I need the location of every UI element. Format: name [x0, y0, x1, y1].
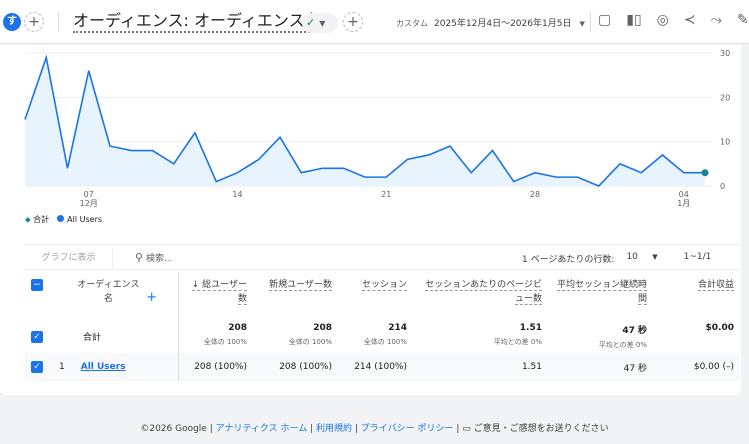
y-tick-label: 0 — [720, 182, 725, 191]
row-checkbox[interactable]: ✓ — [31, 361, 43, 373]
rows-per-page-label: 1 ページあたりの行数: — [522, 255, 615, 265]
date-label: カスタム — [396, 19, 428, 28]
x-tick-month: 1月 — [677, 199, 690, 208]
y-tick-label: 30 — [720, 49, 730, 58]
trend-icon[interactable]: ⤳ — [711, 12, 722, 28]
y-tick-label: 10 — [720, 138, 730, 147]
date-range-picker[interactable]: カスタム 2025年12月4日～2026年1月5日 ▼ — [396, 16, 585, 29]
chevron-down-icon: ▼ — [319, 19, 326, 28]
total-label: 合計 — [83, 333, 102, 343]
data-table: − オーディエンス名 + ↓ 総ユーザー数 新規ユーザー数 セッション セッショ… — [25, 272, 740, 381]
date-range: 2025年12月4日～2026年1月5日 — [434, 19, 572, 29]
legend-all-users: All Users — [57, 215, 102, 224]
total-row: ✓ 合計 208 全体の 100% 208 全体の 100% 214 全体の 100%… — [25, 320, 740, 353]
area-fill — [25, 57, 705, 186]
terms-link[interactable]: 利用規約 — [316, 424, 352, 434]
analytics-home-link[interactable]: アナリティクス ホーム — [216, 424, 308, 434]
search-input[interactable]: ⚲ 検索... — [135, 251, 173, 264]
pin-icon: ⬥ — [25, 215, 31, 224]
privacy-link[interactable]: プライバシー ポリシー — [361, 424, 454, 434]
col-new-users[interactable]: 新規ユーザー数 — [269, 280, 332, 291]
row-checkbox[interactable]: ✓ — [31, 330, 43, 343]
add-button[interactable]: + — [343, 12, 363, 32]
pagination: 1~1/1 — [683, 252, 712, 262]
col-avg-duration[interactable]: 平均セッション継続時間 — [556, 280, 647, 305]
edit-icon[interactable]: ✎ — [737, 12, 749, 28]
chevron-down-icon: ▼ — [579, 20, 585, 28]
legend-total: ⬥ 合計 — [25, 215, 50, 224]
add-dimension-icon[interactable]: + — [146, 290, 157, 305]
x-tick-month: 12月 — [80, 199, 98, 208]
feedback-link[interactable]: ご意見・ご感想をお送りください — [474, 424, 609, 434]
col-total-users[interactable]: ↓ 総ユーザー数 — [191, 280, 247, 305]
last-point-marker — [701, 169, 709, 177]
select-all-checkbox[interactable]: − — [31, 279, 43, 291]
footer: ©2026 Google | アナリティクス ホーム | 利用規約 | プライバ… — [140, 424, 609, 434]
share-icon[interactable]: ≺ — [684, 12, 696, 28]
col-views-per-session[interactable]: セッションあたりのページビュー数 — [425, 280, 542, 305]
check-icon: ✓ — [306, 16, 316, 29]
x-tick-label: 04 — [679, 190, 689, 199]
compare-icon[interactable]: ▮▯ — [626, 12, 641, 28]
search-icon: ⚲ — [135, 251, 144, 264]
avatar[interactable]: す — [3, 13, 21, 31]
audience-link[interactable]: All Users — [81, 362, 126, 372]
y-tick-label: 20 — [720, 93, 730, 102]
col-sessions[interactable]: セッション — [361, 280, 407, 291]
dot-icon — [57, 215, 65, 222]
x-tick-label: 07 — [84, 190, 94, 199]
note-icon[interactable]: ▢ — [598, 12, 611, 28]
top-bar: す + オーディエンス: オーディエンス名 ✓ ▼ + カスタム 2025年12月4… — [0, 0, 749, 44]
x-tick-label: 14 — [232, 190, 242, 199]
show-chart-button[interactable]: グラフに表示 — [25, 248, 113, 268]
rows-per-page-select[interactable]: 10 ▼ — [626, 252, 657, 265]
insights-icon[interactable]: ◎ — [657, 12, 669, 28]
x-tick-label: 28 — [530, 190, 540, 199]
status-dropdown[interactable]: ✓ ▼ — [302, 13, 338, 33]
x-tick-label: 21 — [381, 190, 391, 199]
header-row: − オーディエンス名 + ↓ 総ユーザー数 新規ユーザー数 セッション セッショ… — [25, 272, 740, 320]
table-toolbar: グラフに表示 ⚲ 検索... 1 ページあたりの行数: 10 ▼ 1~1/1 — [25, 244, 740, 270]
table-row: ✓ 1 All Users 208 (100%) 208 (100%) 214 (… — [25, 353, 740, 381]
col-audience[interactable]: オーディエンス名 — [73, 278, 143, 306]
add-comparison-button[interactable]: + — [24, 12, 44, 32]
line-chart: 0 10 20 30 0712月 14 21 28 041月 — [24, 49, 730, 208]
feedback-icon: ▭ — [462, 424, 471, 434]
page-title[interactable]: オーディエンス: オーディエンス名 — [73, 11, 321, 33]
chart-legend: ⬥ 合計 All Users — [25, 214, 102, 225]
col-revenue[interactable]: 合計収益 — [697, 280, 734, 291]
